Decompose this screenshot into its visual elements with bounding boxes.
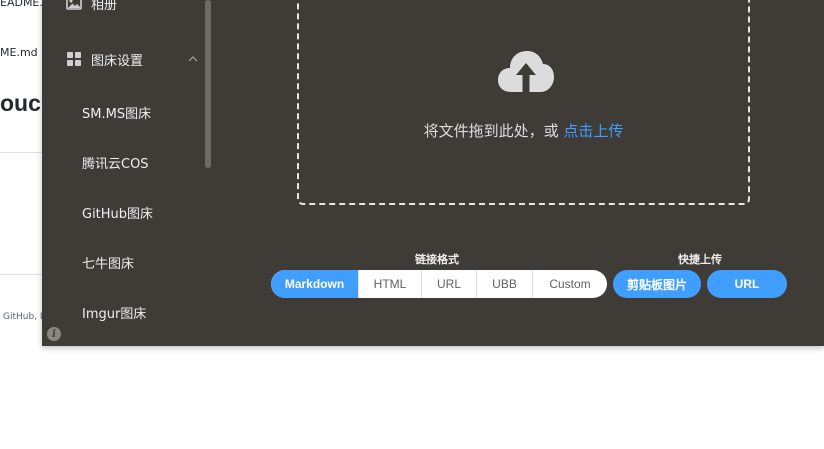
bg-readme-filename: ME.md <box>0 46 38 59</box>
link-format-label: 链接格式 <box>415 253 459 266</box>
cloud-upload-icon <box>497 48 555 98</box>
grid-icon <box>66 51 82 67</box>
sidebar-scrollbar[interactable] <box>205 0 211 168</box>
sidebar-item-label: 相册 <box>91 0 118 13</box>
bg-divider <box>0 152 42 153</box>
clipboard-image-upload-button[interactable]: 剪贴板图片 <box>613 270 701 298</box>
sidebar-subitem-github[interactable]: GitHub图床 <box>82 200 153 224</box>
upload-dropzone[interactable]: 将文件拖到此处，或 点击上传 <box>297 0 750 205</box>
chevron-up-icon <box>188 52 198 67</box>
sidebar-item-label: 图床设置 <box>91 53 144 69</box>
dropzone-hint: 将文件拖到此处，或 <box>423 122 559 140</box>
bg-footer-text: GitHub, I <box>3 312 43 322</box>
sidebar-subitem-tencent-cos[interactable]: 腾讯云COS <box>82 150 149 174</box>
info-icon[interactable]: i <box>47 327 61 341</box>
format-option-html[interactable]: HTML <box>358 270 421 298</box>
format-option-url[interactable]: URL <box>421 270 476 298</box>
sidebar-subitem-qiniu[interactable]: 七牛图床 <box>82 250 134 274</box>
sidebar-item-picbed-settings[interactable]: 图床设置 <box>42 44 202 74</box>
dropzone-text: 将文件拖到此处，或 点击上传 <box>299 120 748 141</box>
bg-divider <box>0 274 42 275</box>
click-upload-link[interactable]: 点击上传 <box>563 122 623 140</box>
quick-upload-label: 快捷上传 <box>678 253 722 266</box>
url-upload-button[interactable]: URL <box>707 270 787 298</box>
format-option-markdown[interactable]: Markdown <box>271 270 358 298</box>
link-format-selector: Markdown HTML URL UBB Custom <box>271 270 607 298</box>
format-option-custom[interactable]: Custom <box>532 270 607 298</box>
sidebar: 相册 图床设置 SM.MS图床 腾讯云COS GitHub图床 七牛图床 Img… <box>42 0 212 346</box>
sidebar-item-album[interactable]: 相册 <box>42 0 202 18</box>
image-icon <box>66 0 82 11</box>
sidebar-subitem-imgur[interactable]: Imgur图床 <box>82 300 146 324</box>
bg-readme-tab-text: EADME. <box>0 0 43 9</box>
format-option-ubb[interactable]: UBB <box>476 270 532 298</box>
bg-heading: ouc <box>0 90 41 116</box>
picgo-window: 相册 图床设置 SM.MS图床 腾讯云COS GitHub图床 七牛图床 Img… <box>42 0 824 346</box>
sidebar-subitem-smms[interactable]: SM.MS图床 <box>82 100 151 124</box>
